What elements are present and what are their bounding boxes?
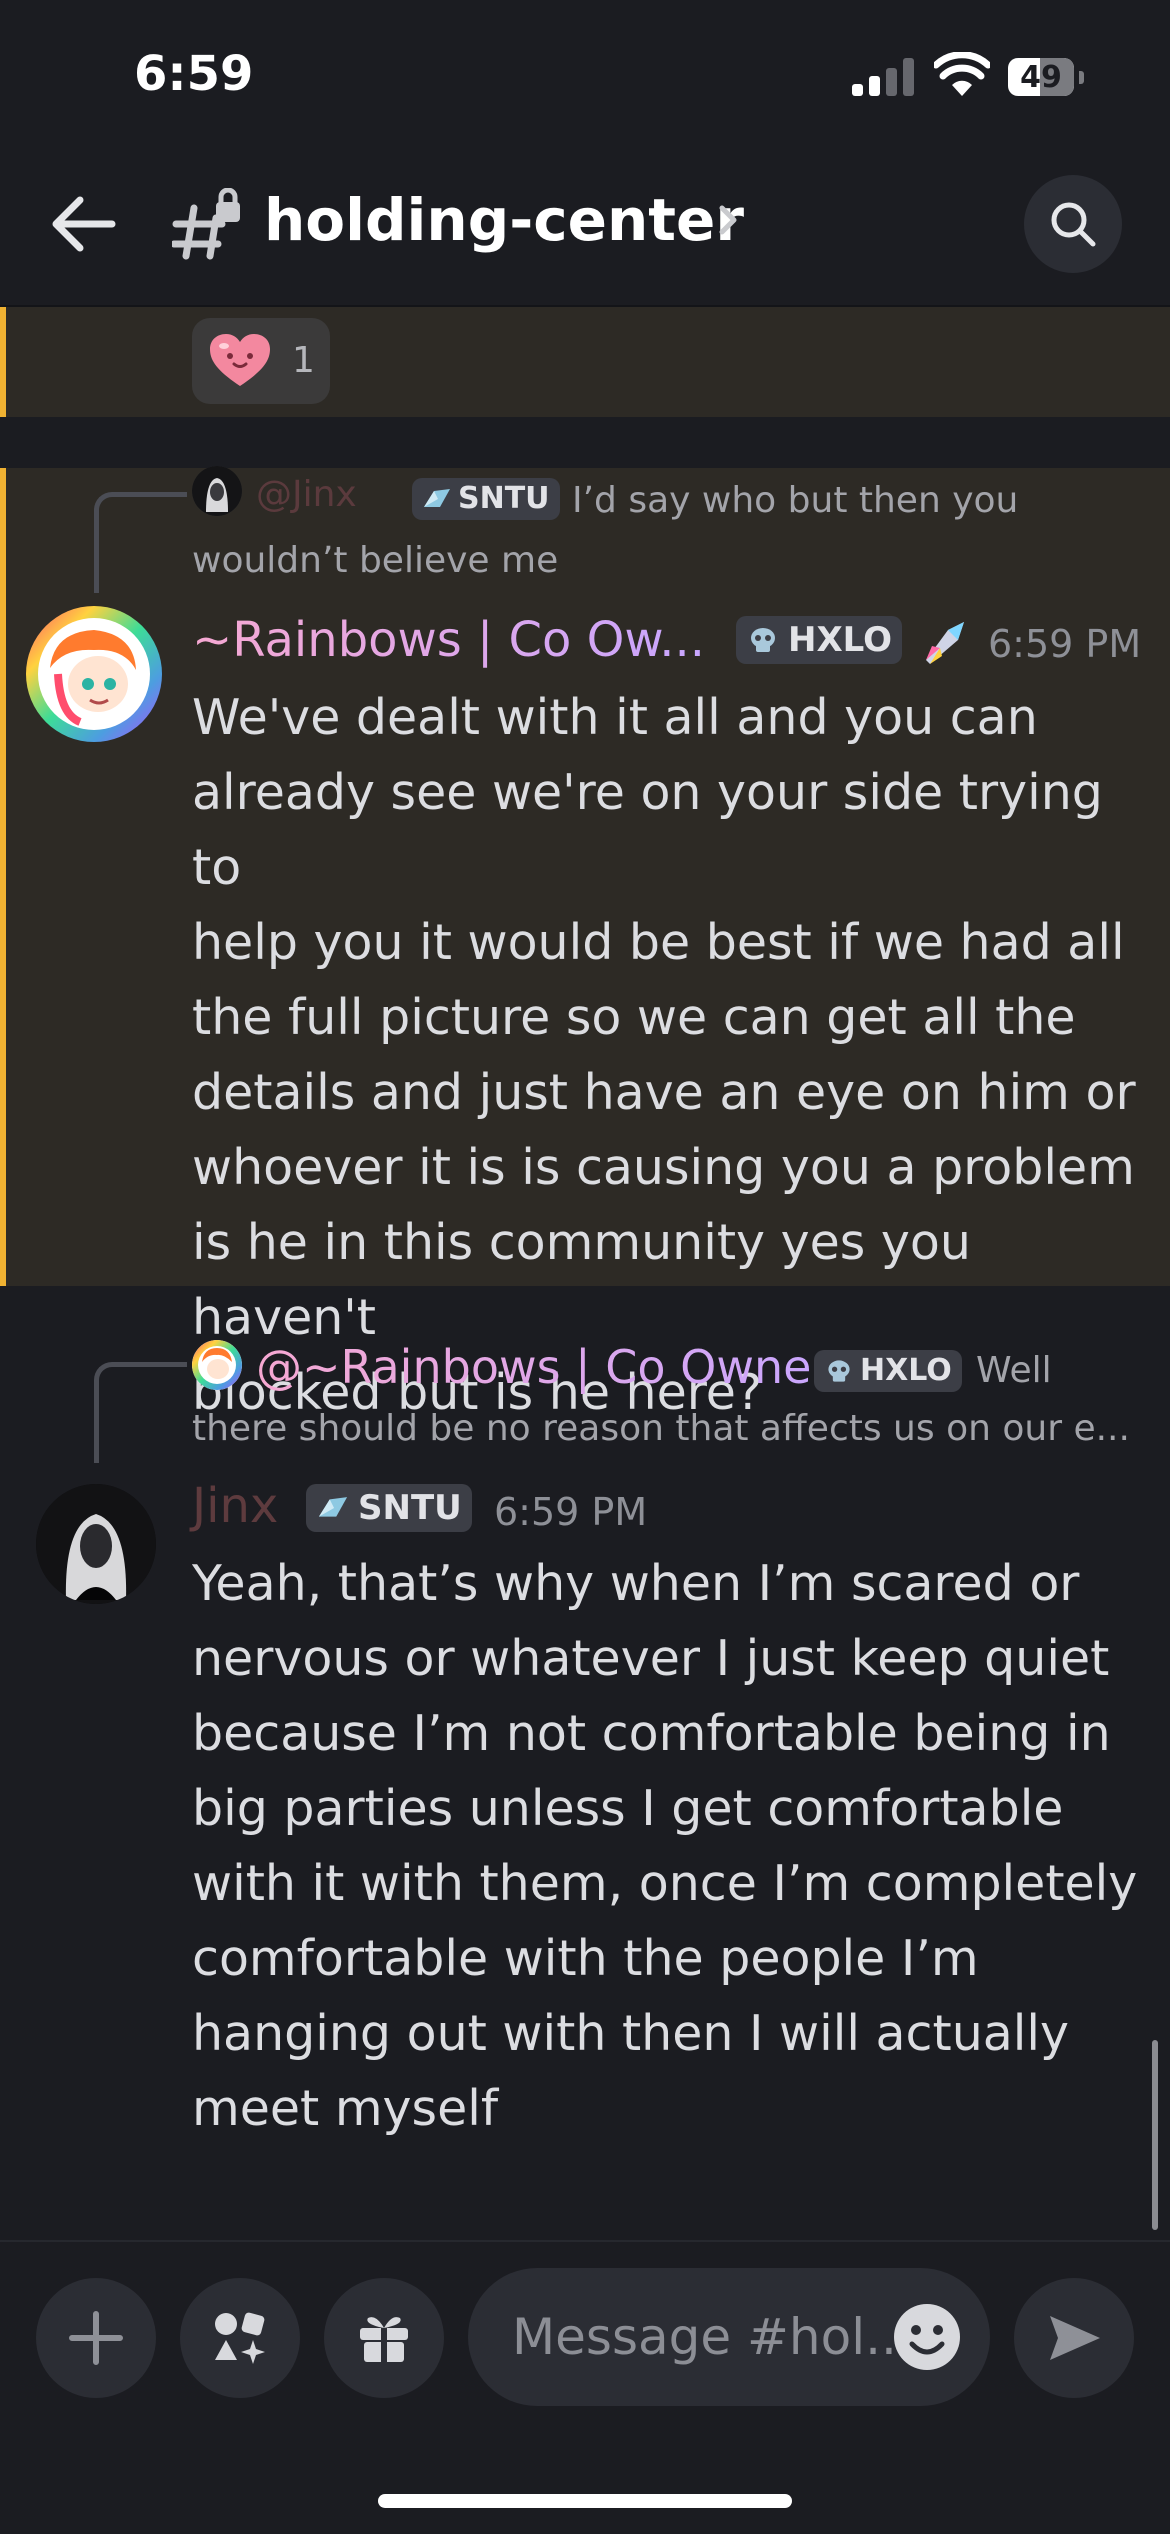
reply-mention[interactable]: @~Rainbows | Co Owner <box>256 1340 830 1394</box>
send-button[interactable] <box>1014 2278 1134 2398</box>
status-time: 6:59 <box>134 46 254 102</box>
message-line: whoever it is is causing you a problem <box>192 1139 1135 1196</box>
reaction-count: 1 <box>292 340 315 381</box>
scrollbar[interactable] <box>1152 2040 1158 2230</box>
gem-tag-icon <box>318 1497 348 1517</box>
plus-icon <box>69 2311 123 2365</box>
message-line: nervous or whatever I just keep quiet <box>192 1630 1110 1687</box>
chevron-right-icon[interactable] <box>716 200 742 240</box>
heart-emoji-icon <box>210 334 270 386</box>
add-attachment-button[interactable] <box>36 2278 156 2398</box>
reply-server-tag[interactable]: HXLO <box>814 1350 962 1392</box>
author-server-tag[interactable]: SNTU <box>306 1484 472 1532</box>
author-avatar[interactable] <box>36 1484 156 1604</box>
rocket-badge-icon <box>926 622 964 664</box>
status-bar: 6:59 49 <box>0 0 1170 150</box>
message-body: Yeah, that’s why when I’m scared or nerv… <box>192 1546 1152 2146</box>
message-body: We've dealt with it all and you can alre… <box>192 680 1152 1430</box>
message-line: the full picture so we can get all the <box>192 989 1076 1046</box>
reply-avatar[interactable] <box>192 466 242 516</box>
reply-connector <box>94 1362 187 1463</box>
highlighted-message-tail <box>0 307 1170 417</box>
author-name[interactable]: Jinx <box>192 1478 278 1534</box>
author-server-tag[interactable]: HXLO <box>736 616 903 664</box>
message-line: details and just have an eye on him or <box>192 1064 1136 1121</box>
send-icon <box>1050 2316 1100 2360</box>
emoji-icon[interactable] <box>892 2302 962 2372</box>
message-line: hanging out with then I will actually <box>192 2005 1069 2062</box>
home-indicator <box>378 2494 792 2508</box>
message-line: is he in this community yes you haven't <box>192 1214 971 1346</box>
message-line: already see we're on your side trying to <box>192 764 1103 896</box>
author-avatar[interactable] <box>24 604 164 744</box>
battery-level: 49 <box>1020 60 1062 95</box>
message-input[interactable]: Message #hol.. <box>468 2268 990 2406</box>
message-timestamp: 6:59 PM <box>988 622 1142 666</box>
message-line: We've dealt with it all and you can <box>192 689 1038 746</box>
message-line: Yeah, that’s why when I’m scared or <box>192 1555 1080 1612</box>
message-input-placeholder: Message #hol.. <box>512 2308 897 2366</box>
reply-preview-line1[interactable]: I’d say who but then you <box>572 480 1018 521</box>
locked-channel-hash-icon <box>172 188 240 260</box>
message-line: help you it would be best if we had all <box>192 914 1125 971</box>
channel-name[interactable]: holding-center <box>264 186 744 254</box>
message-line: comfortable with the people I’m <box>192 1930 979 1987</box>
search-icon <box>1051 202 1096 247</box>
reply-avatar[interactable] <box>192 1340 242 1390</box>
wifi-icon <box>934 52 990 96</box>
reply-connector <box>94 492 187 593</box>
cellular-signal-icon <box>852 58 916 96</box>
reply-preview-line2[interactable]: wouldn’t believe me <box>192 540 558 581</box>
gift-button[interactable] <box>324 2278 444 2398</box>
search-button[interactable] <box>1024 175 1122 273</box>
reply-preview-line2[interactable]: there should be no reason that affects u… <box>192 1408 1130 1449</box>
message-line: big parties unless I get comfortable <box>192 1780 1064 1837</box>
message-line: with it with them, once I’m completely <box>192 1855 1138 1912</box>
skull-tag-icon <box>751 628 775 652</box>
skull-tag-icon <box>828 1360 850 1382</box>
apps-icon <box>215 2312 265 2364</box>
reply-server-tag[interactable]: SNTU <box>412 478 560 520</box>
gem-tag-icon <box>424 489 450 507</box>
message-line: meet myself <box>192 2080 499 2137</box>
author-name[interactable]: ~Rainbows | Co Ow... <box>192 612 705 668</box>
battery-icon: 49 <box>1008 58 1084 96</box>
message-line: because I’m not comfortable being in <box>192 1705 1111 1762</box>
reply-mention[interactable]: @Jinx <box>256 474 357 515</box>
reply-preview-line1[interactable]: Well <box>976 1350 1052 1391</box>
message-timestamp: 6:59 PM <box>494 1490 648 1534</box>
back-arrow-icon[interactable] <box>50 194 116 254</box>
apps-button[interactable] <box>180 2278 300 2398</box>
gift-icon <box>360 2317 408 2362</box>
reaction-heart[interactable]: 1 <box>192 318 330 404</box>
